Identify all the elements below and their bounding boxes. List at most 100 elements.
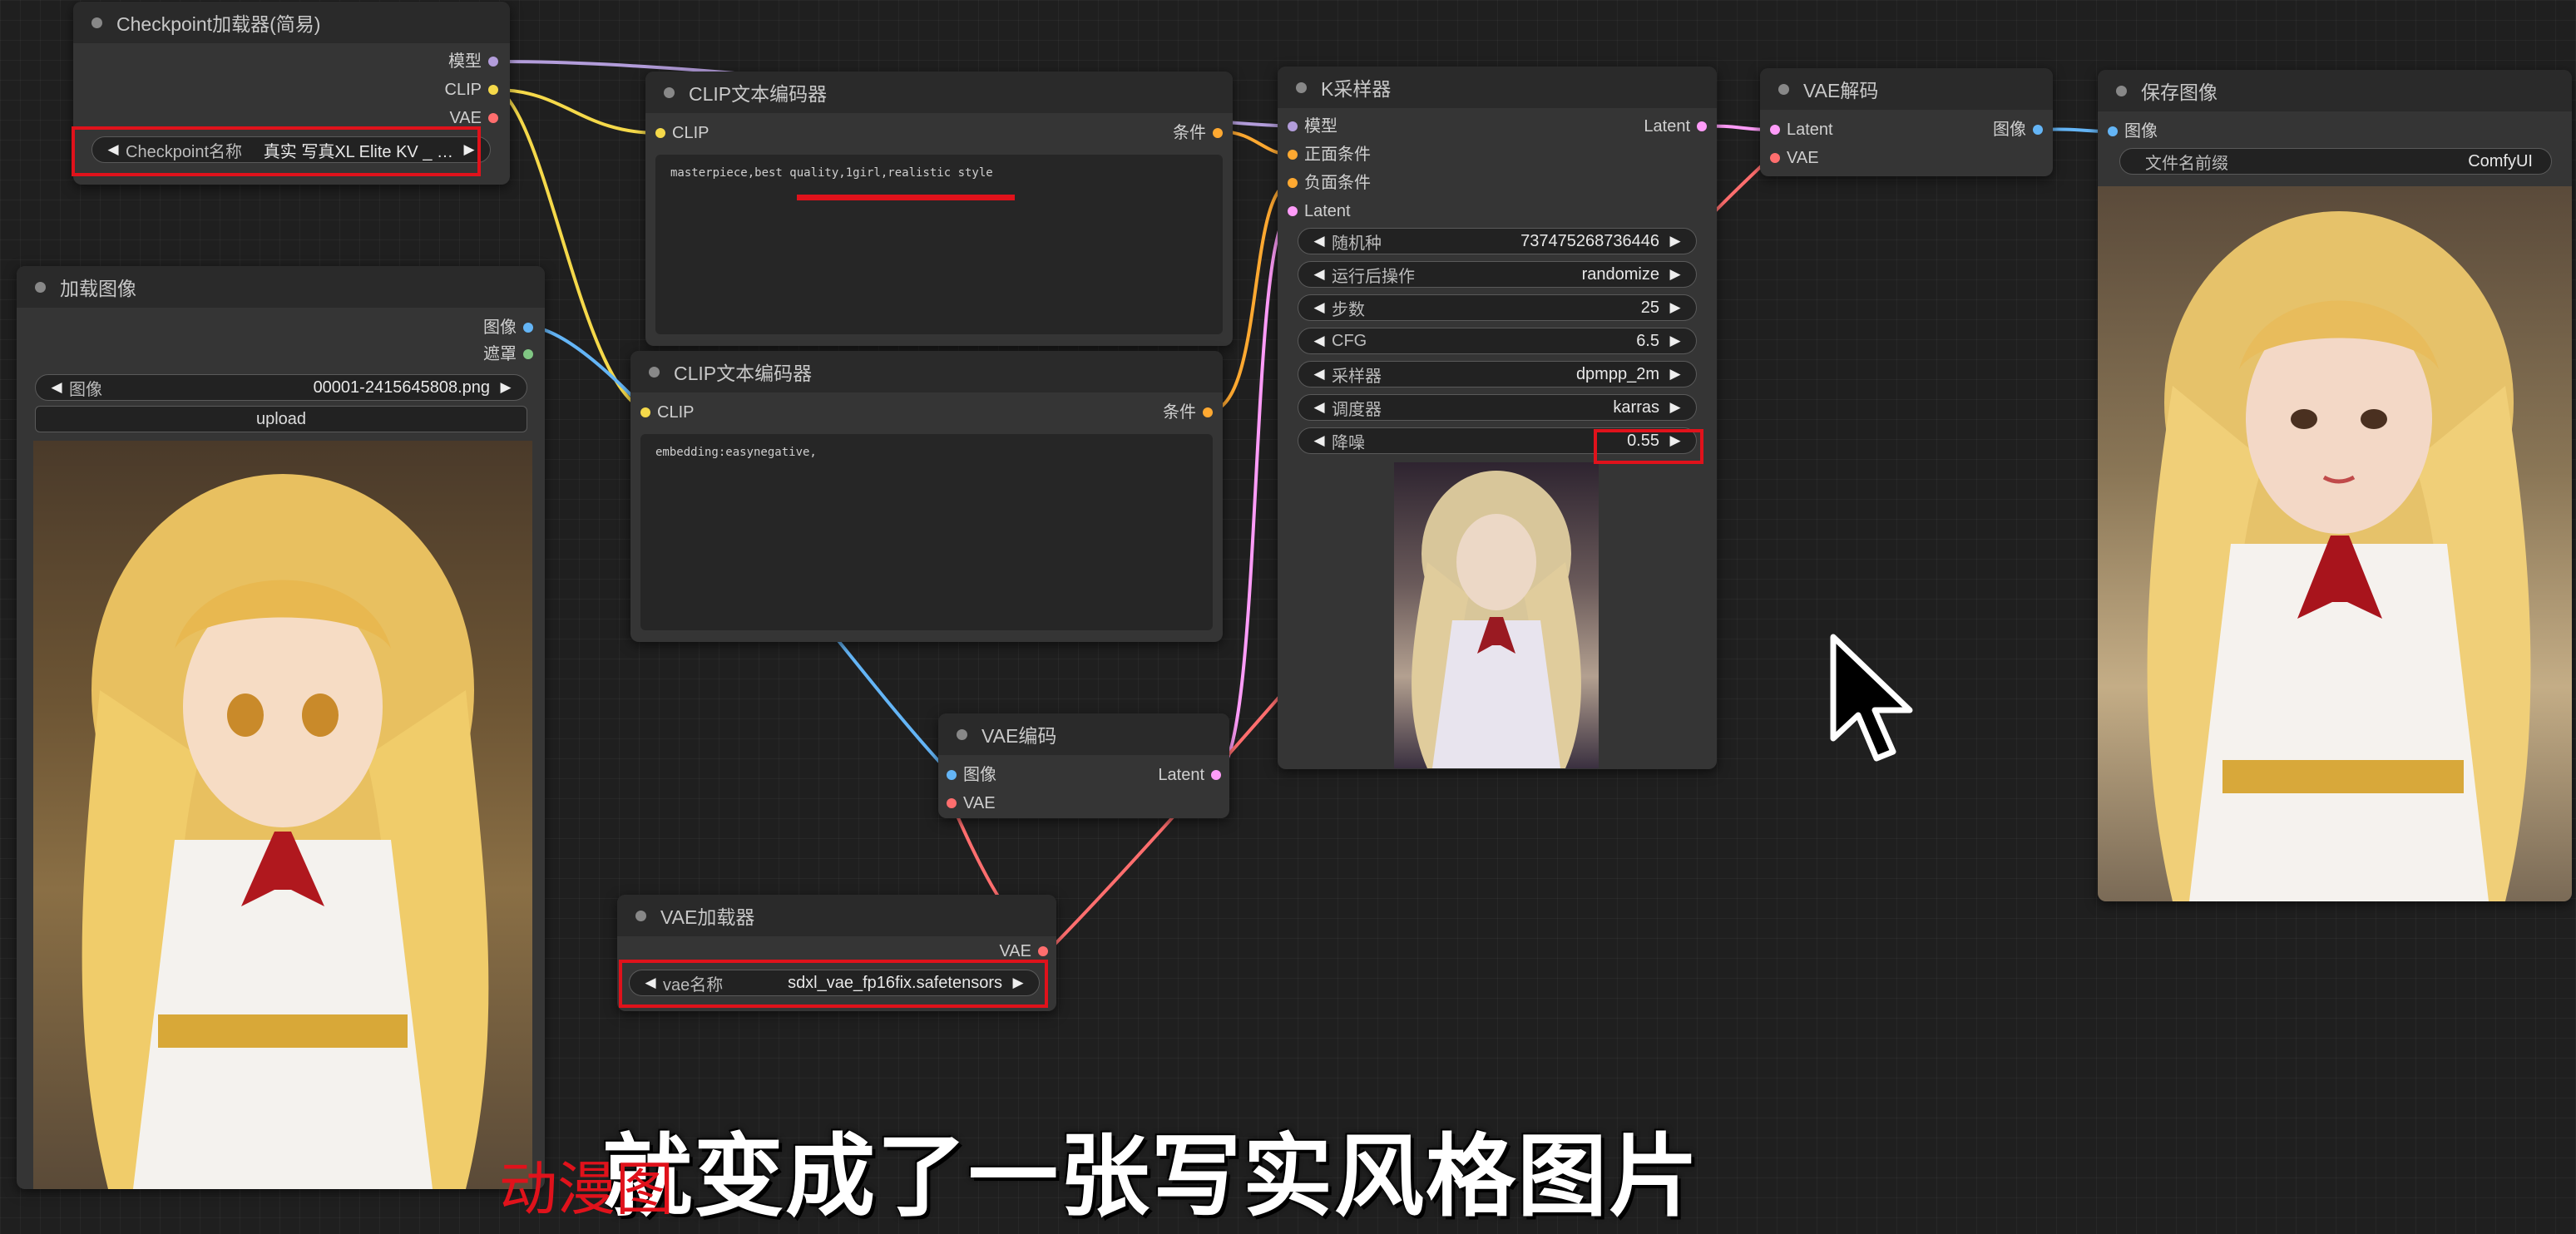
input-image[interactable]: 图像 bbox=[947, 765, 996, 785]
arrow-right-icon[interactable]: ▶ bbox=[1666, 366, 1684, 383]
pin-model[interactable] bbox=[488, 57, 498, 67]
collapse-dot-icon[interactable] bbox=[664, 87, 675, 98]
sampler-widget[interactable]: ◀ 采样器 dpmpp_2m ▶ bbox=[1298, 361, 1697, 387]
pin-conditioning[interactable] bbox=[1213, 128, 1223, 138]
output-mask[interactable]: 遮罩 bbox=[483, 344, 533, 364]
arrow-right-icon[interactable]: ▶ bbox=[1666, 299, 1684, 316]
filename-prefix-widget[interactable]: 文件名前缀 ComfyUI bbox=[2119, 148, 2552, 175]
arrow-left-icon[interactable]: ◀ bbox=[1310, 299, 1328, 316]
scheduler-widget[interactable]: ◀ 调度器 karras ▶ bbox=[1298, 394, 1697, 421]
pin-vae[interactable] bbox=[488, 113, 498, 123]
output-conditioning[interactable]: 条件 bbox=[1173, 123, 1223, 143]
pin-latent[interactable] bbox=[1211, 770, 1221, 780]
input-latent[interactable]: Latent bbox=[1770, 120, 1833, 140]
arrow-left-icon[interactable]: ◀ bbox=[1310, 432, 1328, 449]
image-file-combo[interactable]: ◀ 图像 00001-2415645808.png ▶ bbox=[35, 374, 527, 401]
collapse-dot-icon[interactable] bbox=[957, 729, 967, 740]
pin-latent[interactable] bbox=[1697, 121, 1707, 131]
arrow-right-icon[interactable]: ▶ bbox=[497, 379, 515, 396]
ksampler-title[interactable]: K采样器 bbox=[1278, 67, 1717, 108]
prompt-textarea[interactable]: masterpiece,best quality,1girl,realistic… bbox=[655, 155, 1223, 334]
clip-positive-title[interactable]: CLIP文本编码器 bbox=[645, 72, 1233, 113]
collapse-dot-icon[interactable] bbox=[2116, 86, 2127, 96]
pin-image[interactable] bbox=[523, 323, 533, 333]
control-after-generate-widget[interactable]: ◀ 运行后操作 randomize ▶ bbox=[1298, 261, 1697, 288]
ksampler-node[interactable]: K采样器 模型 正面条件 负面条件 Latent Latent ◀ 随机种 73… bbox=[1278, 67, 1717, 769]
input-negative[interactable]: 负面条件 bbox=[1288, 173, 1371, 193]
input-vae[interactable]: VAE bbox=[947, 793, 996, 813]
highlight-underline bbox=[797, 195, 1015, 200]
arrow-right-icon[interactable]: ▶ bbox=[1666, 399, 1684, 416]
pin-latent[interactable] bbox=[1770, 125, 1780, 135]
pin-vae[interactable] bbox=[1770, 153, 1780, 163]
vae-encode-title[interactable]: VAE编码 bbox=[938, 713, 1229, 755]
pin-image[interactable] bbox=[947, 770, 957, 780]
output-conditioning[interactable]: 条件 bbox=[1163, 402, 1213, 422]
arrow-left-icon[interactable]: ◀ bbox=[1310, 399, 1328, 416]
arrow-left-icon[interactable]: ◀ bbox=[1310, 233, 1328, 249]
arrow-left-icon[interactable]: ◀ bbox=[1310, 333, 1328, 349]
pin-negative[interactable] bbox=[1288, 178, 1298, 188]
output-model[interactable]: 模型 bbox=[448, 52, 498, 72]
output-image[interactable]: 图像 bbox=[483, 318, 533, 338]
arrow-left-icon[interactable]: ◀ bbox=[1310, 266, 1328, 283]
pin-model[interactable] bbox=[1288, 121, 1298, 131]
clip-text-encode-negative-node[interactable]: CLIP文本编码器 CLIP 条件 embedding:easynegative… bbox=[630, 351, 1223, 642]
input-image[interactable]: 图像 bbox=[2108, 121, 2158, 141]
clip-negative-title[interactable]: CLIP文本编码器 bbox=[630, 351, 1223, 392]
input-clip[interactable]: CLIP bbox=[640, 402, 694, 422]
output-image[interactable]: 图像 bbox=[1993, 120, 2043, 140]
widget-value: 6.5 bbox=[1636, 331, 1659, 350]
save-image-title[interactable]: 保存图像 bbox=[2098, 70, 2572, 111]
arrow-left-icon[interactable]: ◀ bbox=[47, 379, 66, 396]
load-image-node[interactable]: 加载图像 图像 遮罩 ◀ 图像 00001-2415645808.png ▶ u… bbox=[17, 266, 545, 1189]
arrow-left-icon[interactable]: ◀ bbox=[1310, 366, 1328, 383]
steps-widget[interactable]: ◀ 步数 25 ▶ bbox=[1298, 294, 1697, 321]
input-clip[interactable]: CLIP bbox=[655, 123, 709, 143]
save-image-node[interactable]: 保存图像 图像 文件名前缀 ComfyUI bbox=[2098, 70, 2572, 901]
seed-widget[interactable]: ◀ 随机种 737475268736446 ▶ bbox=[1298, 228, 1697, 254]
pin-latent[interactable] bbox=[1288, 206, 1298, 216]
checkpoint-loader-title[interactable]: Checkpoint加载器(简易) bbox=[73, 2, 510, 43]
output-latent[interactable]: Latent bbox=[1644, 116, 1707, 136]
arrow-right-icon[interactable]: ▶ bbox=[1666, 266, 1684, 283]
load-image-title[interactable]: 加载图像 bbox=[17, 266, 545, 308]
widget-label: 文件名前缀 bbox=[2145, 154, 2228, 173]
pin-conditioning[interactable] bbox=[1203, 407, 1213, 417]
pin-image[interactable] bbox=[2108, 126, 2118, 136]
pin-clip[interactable] bbox=[488, 85, 498, 95]
input-vae[interactable]: VAE bbox=[1770, 148, 1819, 168]
collapse-dot-icon[interactable] bbox=[91, 17, 102, 28]
output-latent[interactable]: Latent bbox=[1158, 765, 1221, 785]
output-vae[interactable]: VAE bbox=[999, 941, 1048, 961]
collapse-dot-icon[interactable] bbox=[649, 367, 660, 378]
arrow-right-icon[interactable]: ▶ bbox=[1666, 333, 1684, 349]
widget-label: CFG bbox=[1332, 331, 1367, 350]
pin-positive[interactable] bbox=[1288, 150, 1298, 160]
collapse-dot-icon[interactable] bbox=[1296, 82, 1307, 93]
vae-decode-node[interactable]: VAE解码 Latent VAE 图像 bbox=[1760, 68, 2053, 176]
slot-label: 负面条件 bbox=[1304, 174, 1371, 192]
arrow-right-icon[interactable]: ▶ bbox=[1666, 233, 1684, 249]
vae-encode-node[interactable]: VAE编码 图像 VAE Latent bbox=[938, 713, 1229, 818]
pin-vae[interactable] bbox=[947, 798, 957, 808]
collapse-dot-icon[interactable] bbox=[35, 282, 46, 293]
output-vae[interactable]: VAE bbox=[449, 108, 498, 128]
output-clip[interactable]: CLIP bbox=[445, 80, 498, 100]
input-model[interactable]: 模型 bbox=[1288, 116, 1337, 136]
input-positive[interactable]: 正面条件 bbox=[1288, 145, 1371, 165]
pin-image[interactable] bbox=[2033, 125, 2043, 135]
negative-prompt-textarea[interactable]: embedding:easynegative, bbox=[640, 434, 1213, 630]
pin-clip[interactable] bbox=[655, 128, 665, 138]
vae-loader-title[interactable]: VAE加载器 bbox=[617, 895, 1056, 936]
cfg-widget[interactable]: ◀ CFG 6.5 ▶ bbox=[1298, 328, 1697, 354]
input-latent[interactable]: Latent bbox=[1288, 201, 1351, 221]
pin-clip[interactable] bbox=[640, 407, 650, 417]
upload-button[interactable]: upload bbox=[35, 406, 527, 432]
pin-vae[interactable] bbox=[1038, 946, 1048, 956]
vae-decode-title[interactable]: VAE解码 bbox=[1760, 68, 2053, 110]
pin-mask[interactable] bbox=[523, 349, 533, 359]
collapse-dot-icon[interactable] bbox=[635, 911, 646, 921]
clip-text-encode-positive-node[interactable]: CLIP文本编码器 CLIP 条件 masterpiece,best quali… bbox=[645, 72, 1233, 346]
collapse-dot-icon[interactable] bbox=[1778, 84, 1789, 95]
